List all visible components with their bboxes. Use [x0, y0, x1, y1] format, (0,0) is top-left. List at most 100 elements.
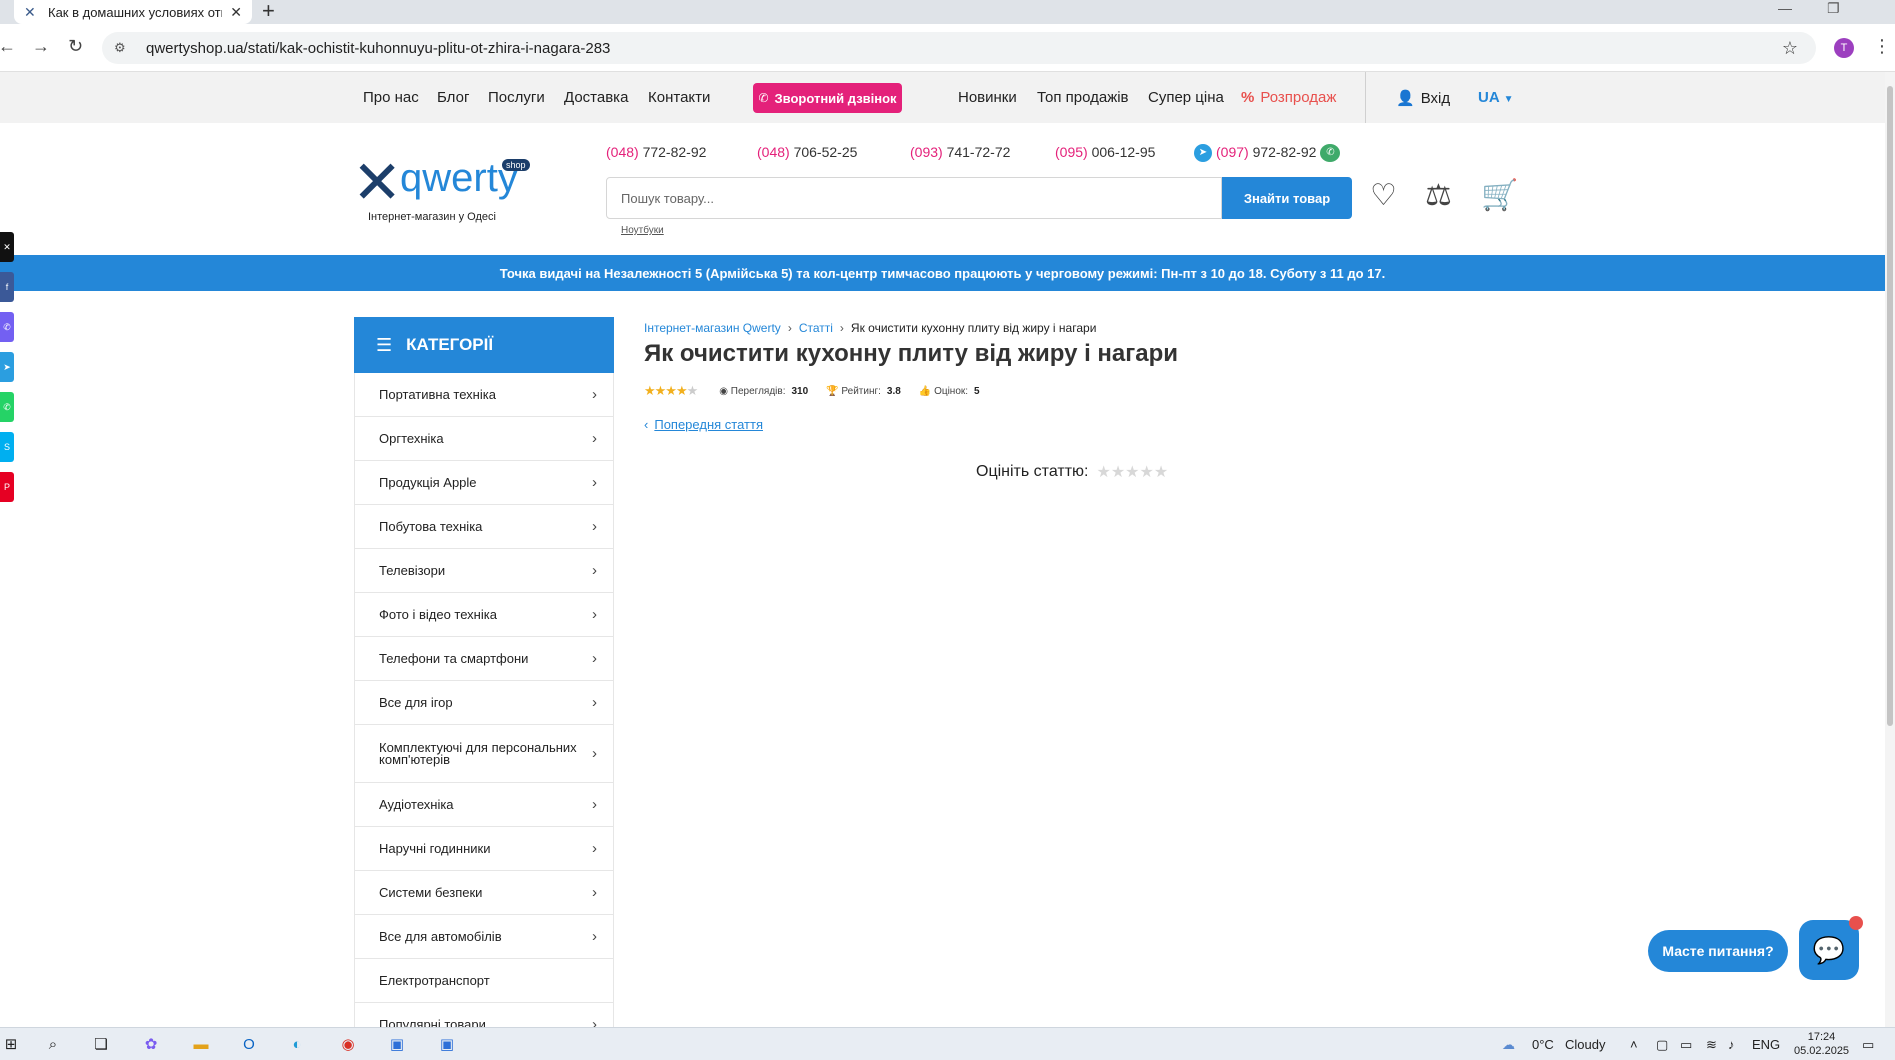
phone-number-3[interactable]: (093) 741-72-72 — [910, 144, 1010, 160]
chat-prompt-bubble[interactable]: Масте питання? — [1648, 930, 1788, 972]
browser-tab[interactable]: ✕ Как в домашних условиях отм ✕ — [14, 0, 252, 24]
nav-link-blog[interactable]: Блог — [437, 89, 469, 106]
category-item[interactable]: Все для автомобілів › — [355, 915, 613, 959]
compare-scales-icon[interactable]: ⚖ — [1425, 178, 1452, 214]
input-language[interactable]: ENG — [1752, 1037, 1780, 1052]
language-selector[interactable]: UA ▼ — [1478, 89, 1514, 106]
share-skype-icon[interactable]: S — [0, 432, 14, 462]
app-icon-2[interactable]: ▣ — [436, 1035, 458, 1055]
nav-link-sale[interactable]: % Розпродаж — [1241, 89, 1336, 106]
back-icon[interactable]: ← — [0, 36, 16, 57]
phone-number-1[interactable]: (048) 772-82-92 — [606, 144, 706, 160]
notifications-icon[interactable]: ▭ — [1862, 1037, 1874, 1053]
category-item[interactable]: Телефони та смартфони › — [355, 637, 613, 681]
forward-icon[interactable]: → — [32, 36, 50, 57]
battery-icon[interactable]: ▭ — [1680, 1037, 1692, 1053]
windows-start-icon[interactable]: ⊞ — [0, 1035, 22, 1055]
chrome-icon[interactable]: ◉ — [337, 1035, 359, 1055]
system-clock[interactable]: 17:24 05.02.2025 — [1794, 1030, 1849, 1058]
votes-count: 👍 Оцінок: 5 — [918, 385, 980, 397]
browser-menu-icon[interactable]: ⋮ — [1873, 36, 1891, 57]
chat-button[interactable]: 💬 — [1799, 920, 1859, 980]
volume-icon[interactable]: ♪ — [1728, 1037, 1735, 1052]
nav-link-services[interactable]: Послуги — [488, 89, 545, 106]
category-item[interactable]: Продукція Apple › — [355, 461, 613, 505]
app-icon[interactable]: ▣ — [386, 1035, 408, 1055]
chat-notification-dot — [1849, 916, 1863, 930]
previous-article-link[interactable]: ‹ Попередня стаття — [644, 417, 763, 432]
categories-header[interactable]: ☰ КАТЕГОРІЇ — [354, 317, 614, 373]
breadcrumb-home[interactable]: Інтернет-магазин Qwerty — [644, 321, 781, 335]
share-viber-icon[interactable]: ✆ — [0, 312, 14, 342]
chevron-down-icon: ▼ — [1503, 94, 1514, 105]
share-whatsapp-icon[interactable]: ✆ — [0, 392, 14, 422]
nav-link-super-price[interactable]: Супер ціна — [1148, 89, 1224, 106]
chevron-right-icon: › — [592, 884, 597, 901]
nav-link-about[interactable]: Про нас — [363, 89, 419, 106]
logo-word: qwerty — [400, 156, 518, 200]
chevron-right-icon: › — [592, 474, 597, 491]
search-input[interactable] — [606, 177, 1222, 219]
nav-link-top-sales[interactable]: Топ продажів — [1037, 89, 1129, 106]
nav-link-contacts[interactable]: Контакти — [648, 89, 710, 106]
edge-icon[interactable]: ◐ — [286, 1035, 308, 1055]
file-explorer-icon[interactable]: ▬ — [190, 1035, 212, 1055]
task-view-icon[interactable]: ❏ — [90, 1035, 112, 1055]
category-item[interactable]: Комплектуючі для персональних комп'ютері… — [355, 725, 613, 783]
new-tab-button[interactable]: + — [262, 0, 275, 24]
share-facebook-icon[interactable]: f — [0, 272, 14, 302]
category-item[interactable]: Аудіотехніка › — [355, 783, 613, 827]
login-link[interactable]: 👤 Вхід — [1396, 89, 1450, 107]
category-item[interactable]: Все для ігор › — [355, 681, 613, 725]
tray-meet-icon[interactable]: ▢ — [1656, 1037, 1668, 1053]
category-label: Побутова техніка — [379, 518, 483, 534]
bookmark-star-icon[interactable]: ☆ — [1782, 38, 1798, 59]
category-item[interactable]: Системи безпеки › — [355, 871, 613, 915]
category-label: Все для ігор — [379, 694, 453, 710]
phone-number-4[interactable]: (095) 006-12-95 — [1055, 144, 1155, 160]
search-hint-link[interactable]: Ноутбуки — [621, 225, 664, 236]
category-label: Системи безпеки — [379, 884, 483, 900]
scrollbar-thumb[interactable] — [1887, 86, 1893, 726]
reload-icon[interactable]: ↻ — [68, 36, 83, 57]
breadcrumb-articles[interactable]: Статті — [799, 321, 833, 335]
share-x-icon[interactable]: ✕ — [0, 232, 14, 262]
share-pinterest-icon[interactable]: P — [0, 472, 14, 502]
site-logo[interactable]: ✕ qwerty shop Інтернет-магазин у Одесі — [352, 153, 532, 227]
search-button[interactable]: Знайти товар — [1222, 177, 1352, 219]
category-item[interactable]: Оргтехніка › — [355, 417, 613, 461]
weather-cloud-icon[interactable]: ☁ — [1502, 1037, 1515, 1053]
address-bar[interactable]: ⚙ qwertyshop.ua/stati/kak-ochistit-kuhon… — [102, 32, 1816, 64]
weather-temp[interactable]: 0°C — [1532, 1037, 1554, 1052]
tray-chevron-up-icon[interactable]: ˄ — [1630, 1037, 1638, 1052]
share-telegram-icon[interactable]: ➤ — [0, 352, 14, 382]
category-item[interactable]: Електротранспорт — [355, 959, 613, 1003]
category-label: Продукція Apple — [379, 474, 477, 490]
nav-link-new[interactable]: Новинки — [958, 89, 1017, 106]
callback-button[interactable]: ✆ Зворотний дзвінок — [753, 83, 902, 113]
nav-link-delivery[interactable]: Доставка — [564, 89, 628, 106]
category-item[interactable]: Побутова техніка › — [355, 505, 613, 549]
notice-text: Точка видачі на Незалежності 5 (Армійськ… — [499, 265, 1386, 281]
site-info-icon[interactable]: ⚙ — [114, 40, 132, 56]
wifi-icon[interactable]: ≋ — [1706, 1037, 1717, 1053]
copilot-icon[interactable]: ✿ — [140, 1035, 162, 1055]
wishlist-heart-icon[interactable]: ♡ — [1370, 178, 1397, 214]
search-icon[interactable]: ⌕ — [42, 1035, 64, 1055]
category-item[interactable]: Фото і відео техніка › — [355, 593, 613, 637]
profile-avatar[interactable]: T — [1834, 38, 1854, 58]
tab-close-icon[interactable]: ✕ — [230, 4, 242, 21]
category-item[interactable]: Наручні годинники › — [355, 827, 613, 871]
outlook-icon[interactable]: O — [238, 1035, 260, 1055]
cart-icon[interactable]: 🛒 — [1481, 178, 1518, 214]
minimize-icon[interactable]: — — [1778, 0, 1792, 16]
phone-number-2[interactable]: (048) 706-52-25 — [757, 144, 857, 160]
category-item[interactable]: Телевізори › — [355, 549, 613, 593]
chevron-right-icon: › — [592, 650, 597, 667]
restore-icon[interactable]: ❐ — [1827, 0, 1840, 17]
rate-stars-input[interactable]: ★★★★★ — [1096, 462, 1168, 482]
category-item[interactable]: Портативна техніка › — [355, 373, 613, 417]
chevron-right-icon: › — [592, 928, 597, 945]
weather-text[interactable]: Cloudy — [1565, 1037, 1605, 1052]
phone-number-5[interactable]: ➤ (097) 972-82-92 ✆ — [1194, 144, 1341, 163]
